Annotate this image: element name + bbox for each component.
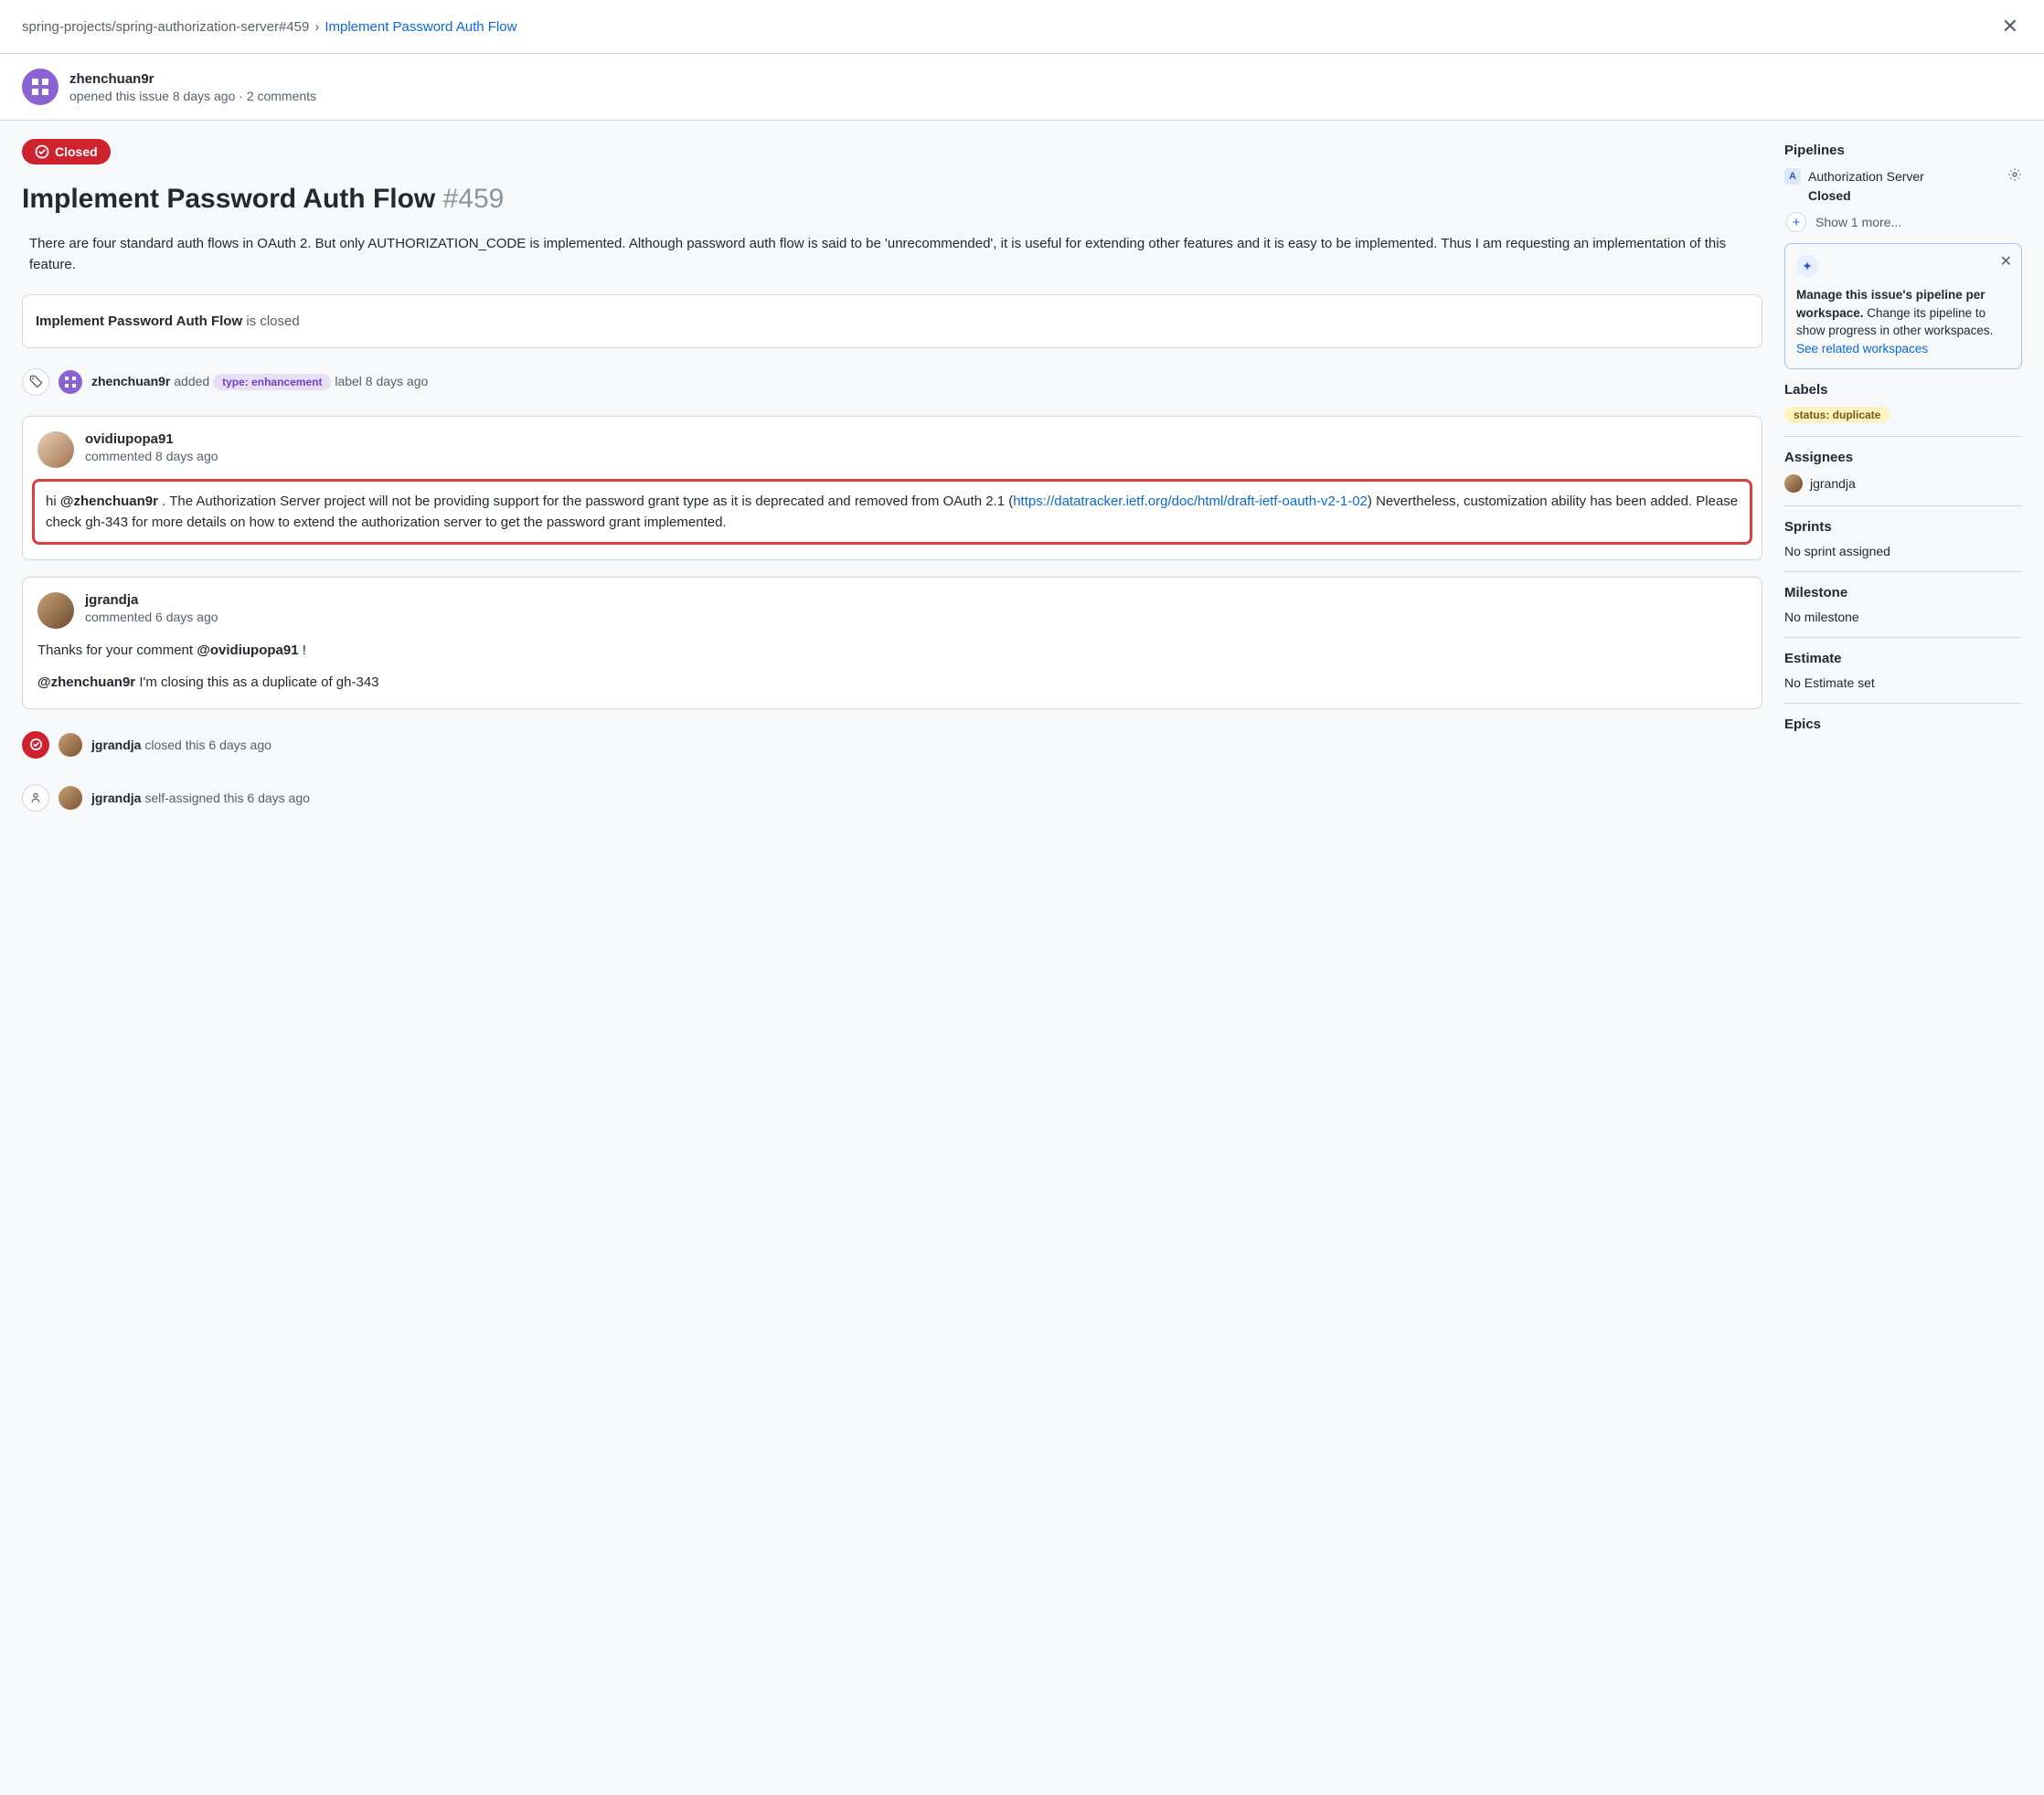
workspace-badge: A <box>1784 168 1801 185</box>
pipeline-callout: ✕ ✦ Manage this issue's pipeline per wor… <box>1784 243 2022 369</box>
comment-time: commented 6 days ago <box>85 610 218 624</box>
comment-body: Thanks for your comment @ovidiupopa91 ! … <box>37 640 1747 694</box>
comment-text: ! <box>299 643 306 658</box>
comment-author[interactable]: ovidiupopa91 <box>85 431 218 447</box>
user-mention[interactable]: @zhenchuan9r <box>60 494 158 509</box>
event-text: self-assigned this 6 days ago <box>144 791 310 805</box>
avatar[interactable] <box>59 786 82 810</box>
comment-text: hi <box>46 494 60 509</box>
assign-event-row: jgrandja self-assigned this 6 days ago <box>22 779 1762 817</box>
title-text: Implement Password Auth Flow <box>22 184 435 214</box>
comment-text: Thanks for your comment <box>37 643 197 658</box>
closed-summary-box: Implement Password Auth Flow is closed <box>22 294 1762 348</box>
comment-text: . The Authorization Server project will … <box>158 494 1013 509</box>
close-icon[interactable]: ✕ <box>2000 251 2012 272</box>
close-event-row: jgrandja closed this 6 days ago <box>22 726 1762 764</box>
sidebar-heading-sprints: Sprints <box>1784 519 2022 535</box>
sidebar-heading-assignees: Assignees <box>1784 450 2022 465</box>
comment-card: ovidiupopa91 commented 8 days ago hi @zh… <box>22 416 1762 561</box>
sprints-value: No sprint assigned <box>1784 544 2022 558</box>
closed-event-icon <box>22 731 49 759</box>
pipeline-status[interactable]: Closed <box>1808 188 2022 203</box>
opener-sub: opened this issue 8 days ago 2 comments <box>69 89 316 103</box>
opener-row: zhenchuan9r opened this issue 8 days ago… <box>0 54 2044 121</box>
avatar[interactable] <box>59 370 82 394</box>
event-actor[interactable]: jgrandja <box>91 791 141 805</box>
breadcrumb-current[interactable]: Implement Password Auth Flow <box>325 19 516 35</box>
event-actor[interactable]: jgrandja <box>91 738 141 752</box>
callout-link[interactable]: See related workspaces <box>1796 342 1928 356</box>
person-icon <box>22 784 49 812</box>
close-icon[interactable]: ✕ <box>1998 11 2022 42</box>
assignee-name: jgrandja <box>1810 476 1856 491</box>
event-actor[interactable]: zhenchuan9r <box>91 374 170 388</box>
sidebar-heading-labels: Labels <box>1784 382 2022 398</box>
external-link[interactable]: https://datatracker.ietf.org/doc/html/dr… <box>1013 494 1368 509</box>
breadcrumb-repo[interactable]: spring-projects/spring-authorization-ser… <box>22 19 309 35</box>
sidebar-heading-pipelines: Pipelines <box>1784 143 2022 158</box>
gear-icon[interactable] <box>2007 167 2022 185</box>
plus-icon[interactable]: + <box>1786 212 1806 232</box>
milestone-value: No milestone <box>1784 610 2022 624</box>
status-text: Closed <box>55 144 98 159</box>
issue-title: Implement Password Auth Flow #459 <box>22 181 1762 217</box>
breadcrumb: spring-projects/spring-authorization-ser… <box>22 19 516 35</box>
header-bar: spring-projects/spring-authorization-ser… <box>0 0 2044 54</box>
comment-text: I'm closing this as a duplicate of gh-34… <box>135 674 378 690</box>
closed-box-suffix: is closed <box>246 313 299 329</box>
status-badge: Closed <box>22 139 111 165</box>
comment-author[interactable]: jgrandja <box>85 592 218 608</box>
opened-time: opened this issue 8 days ago <box>69 89 235 103</box>
comment-body-highlighted: hi @zhenchuan9r . The Authorization Serv… <box>32 479 1752 546</box>
closed-check-icon <box>35 144 49 159</box>
comment-card: jgrandja commented 6 days ago Thanks for… <box>22 577 1762 709</box>
user-mention[interactable]: @zhenchuan9r <box>37 674 135 690</box>
event-text: closed this 6 days ago <box>144 738 271 752</box>
event-action: added <box>174 374 209 388</box>
show-more-link[interactable]: Show 1 more... <box>1815 215 1901 229</box>
avatar[interactable] <box>22 69 59 105</box>
label-chip-duplicate[interactable]: status: duplicate <box>1784 407 1890 423</box>
avatar[interactable] <box>59 733 82 757</box>
comment-count: 2 comments <box>247 89 316 103</box>
user-mention[interactable]: @ovidiupopa91 <box>197 643 298 658</box>
label-event-row: zhenchuan9r added type: enhancement labe… <box>22 363 1762 401</box>
label-chip-enhancement[interactable]: type: enhancement <box>213 374 331 390</box>
pipeline-workspace-name[interactable]: Authorization Server <box>1808 169 2000 184</box>
opener-username[interactable]: zhenchuan9r <box>69 71 316 87</box>
issue-number: #459 <box>443 184 505 214</box>
comment-time: commented 8 days ago <box>85 449 218 463</box>
lightbulb-icon: ✦ <box>1796 255 1818 277</box>
avatar[interactable] <box>37 431 74 468</box>
sidebar-heading-estimate: Estimate <box>1784 651 2022 666</box>
issue-description: There are four standard auth flows in OA… <box>22 233 1762 276</box>
closed-box-title: Implement Password Auth Flow <box>36 313 242 329</box>
sidebar-heading-epics: Epics <box>1784 717 2022 732</box>
chevron-right-icon: › <box>314 19 319 35</box>
tag-icon <box>22 368 49 396</box>
estimate-value: No Estimate set <box>1784 675 2022 690</box>
sidebar-heading-milestone: Milestone <box>1784 585 2022 600</box>
assignee-row[interactable]: jgrandja <box>1784 474 2022 493</box>
avatar[interactable] <box>37 592 74 629</box>
avatar <box>1784 474 1803 493</box>
event-time: label 8 days ago <box>335 374 428 388</box>
